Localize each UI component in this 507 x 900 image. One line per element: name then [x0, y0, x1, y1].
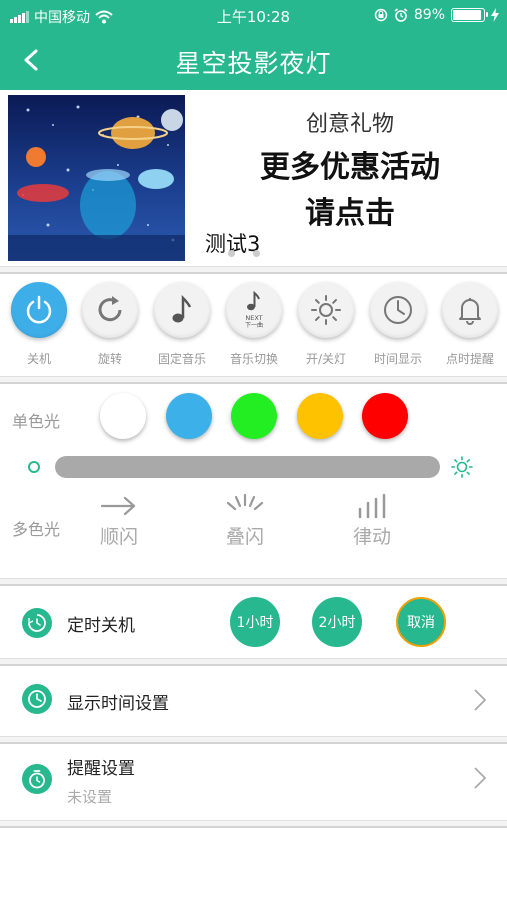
music-switch-label: 音乐切换 [229, 352, 278, 366]
section-divider [0, 266, 507, 274]
next-song-icon: NEXT 下一曲 [226, 282, 282, 338]
bell-icon [442, 282, 498, 338]
banner-pagination [228, 250, 260, 257]
status-bar: 中国移动 上午10:28 89% [0, 0, 507, 32]
display-time-settings-row[interactable]: 显示时间设置 [0, 666, 507, 736]
reminder-title: 提醒设置 [67, 759, 135, 779]
music-note-icon [154, 282, 210, 338]
display-time-title: 显示时间设置 [67, 694, 169, 714]
banner-line-2: 更多优惠活动 [260, 150, 440, 185]
section-divider [0, 736, 507, 744]
power-button[interactable]: 关机 [6, 282, 72, 367]
rotate-label: 旋转 [97, 352, 122, 366]
section-divider [0, 376, 507, 384]
light-toggle-button[interactable]: 开/关灯 [293, 282, 359, 367]
promo-banner[interactable]: 创意礼物 更多优惠活动 请点击 测试3 [0, 90, 507, 265]
timer-off-row: 定时关机 1小时 2小时 取消 [0, 588, 507, 658]
time-display-button[interactable]: 时间显示 [365, 282, 431, 367]
fixed-music-button[interactable]: 固定音乐 [149, 282, 215, 367]
timer-title: 定时关机 [67, 616, 135, 636]
light-toggle-label: 开/关灯 [305, 352, 347, 366]
brightness-slider-fill [55, 456, 440, 478]
bright-sun-icon [451, 456, 473, 478]
rotation-lock-icon [374, 8, 388, 22]
clock-icon [22, 684, 52, 714]
next-song-text-en: NEXT [245, 314, 262, 322]
mode-rhythm[interactable]: 律动 [337, 493, 407, 549]
color-swatch-red[interactable] [362, 393, 408, 439]
clock-icon [370, 282, 426, 338]
banner-line-1: 创意礼物 [305, 112, 394, 137]
stopwatch-icon [22, 764, 52, 794]
dim-circle-icon [28, 461, 40, 473]
timer-cancel-button[interactable]: 取消 [396, 597, 446, 647]
color-section: 单色光 多色光 顺闪 叠闪 律动 [0, 388, 507, 578]
mode-overlay-flash[interactable]: 叠闪 [210, 493, 280, 549]
section-divider [0, 820, 507, 828]
brightness-slider[interactable] [55, 456, 440, 478]
section-divider [0, 658, 507, 666]
color-swatch-yellow[interactable] [297, 393, 343, 439]
rotate-icon [82, 282, 138, 338]
reminder-label: 点时提醒 [445, 352, 494, 366]
battery-icon [451, 8, 488, 22]
page-title: 星空投影夜灯 [175, 49, 332, 78]
alarm-icon [394, 8, 408, 22]
chevron-right-icon [474, 767, 487, 789]
charging-icon [491, 8, 499, 22]
multi-color-label: 多色光 [12, 520, 61, 539]
timer-1-hour-button[interactable]: 1小时 [230, 597, 280, 647]
mode-rhythm-label: 律动 [352, 526, 391, 548]
banner-image [8, 95, 185, 261]
section-divider [0, 578, 507, 586]
pagination-dot[interactable] [253, 250, 260, 257]
pagination-dot[interactable] [228, 250, 235, 257]
battery-percentage: 89% [413, 7, 445, 23]
next-song-text-cn: 下一曲 [245, 321, 263, 329]
fixed-music-label: 固定音乐 [157, 352, 206, 366]
burst-icon [226, 493, 264, 511]
function-buttons: 关机 旋转 固定音乐 NEXT 下一曲 音乐切换 开/关灯 时间显示 点时提醒 [0, 276, 507, 376]
time-display-label: 时间显示 [373, 352, 422, 366]
timer-icon [22, 608, 52, 638]
reminder-settings-row[interactable]: 提醒设置 未设置 [0, 744, 507, 820]
mode-sequential-flash[interactable]: 顺闪 [84, 493, 154, 549]
chevron-right-icon [474, 689, 487, 711]
reminder-button[interactable]: 点时提醒 [437, 282, 503, 367]
color-swatch-green[interactable] [231, 393, 277, 439]
banner-line-3: 请点击 [305, 196, 395, 231]
mode-overlay-label: 叠闪 [225, 526, 264, 548]
mode-sequential-label: 顺闪 [99, 526, 138, 548]
arrow-right-icon [100, 496, 136, 516]
single-color-label: 单色光 [12, 412, 61, 431]
rotate-button[interactable]: 旋转 [77, 282, 143, 367]
bars-icon [358, 493, 386, 519]
power-label: 关机 [26, 352, 51, 366]
timer-2-hour-button[interactable]: 2小时 [312, 597, 362, 647]
nav-bar: 星空投影夜灯 [0, 32, 507, 90]
sun-icon [298, 282, 354, 338]
music-switch-button[interactable]: NEXT 下一曲 音乐切换 [221, 282, 287, 367]
reminder-subtitle: 未设置 [67, 788, 113, 806]
power-icon [11, 282, 67, 338]
color-swatch-blue[interactable] [166, 393, 212, 439]
color-swatch-white[interactable] [100, 393, 146, 439]
